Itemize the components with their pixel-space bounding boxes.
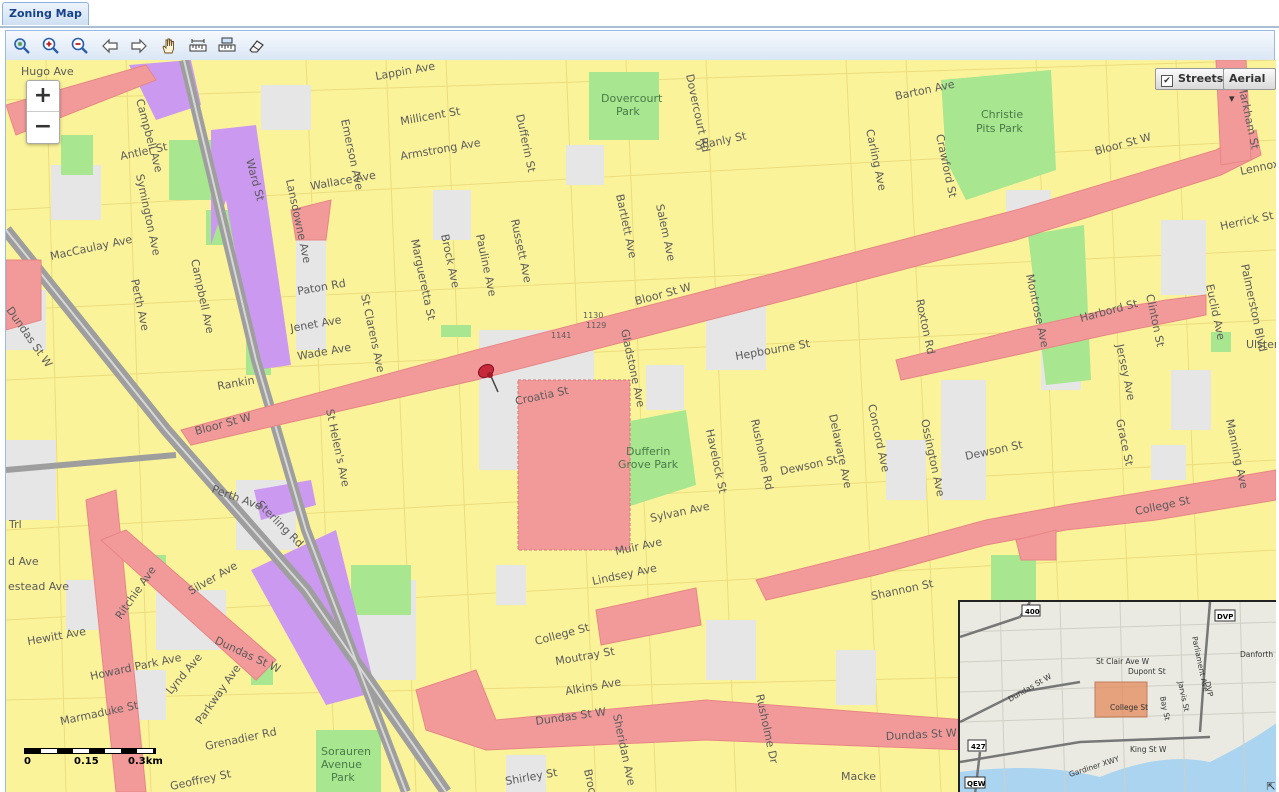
svg-text:Trl: Trl	[8, 518, 22, 531]
measure-area-icon[interactable]	[217, 36, 237, 56]
measure-distance-icon[interactable]	[188, 36, 208, 56]
svg-text:estead Ave: estead Ave	[8, 580, 69, 593]
zoning-map-canvas[interactable]: Hugo Ave Campbell Ave Lappin Ave Millice…	[5, 60, 1276, 792]
tab-bar: Zoning Map	[0, 0, 1279, 28]
svg-text:Dovercourt: Dovercourt	[601, 92, 663, 105]
svg-text:Hugo Ave: Hugo Ave	[21, 65, 74, 78]
scale-bar-graphic	[24, 748, 156, 754]
back-arrow-icon[interactable]	[100, 36, 120, 56]
pan-hand-icon[interactable]	[159, 36, 179, 56]
overview-map[interactable]: St Clair Ave W Dupont St Dundas St W Col…	[958, 600, 1276, 792]
svg-text:d Ave: d Ave	[8, 555, 39, 568]
svg-text:DVP: DVP	[1217, 613, 1233, 621]
svg-text:QEW: QEW	[967, 780, 986, 788]
svg-text:Danforth: Danforth	[1240, 650, 1273, 659]
scale-label-mid: 0.15	[74, 756, 99, 767]
svg-text:Sorauren: Sorauren	[321, 745, 371, 758]
svg-text:Dupont St: Dupont St	[1128, 667, 1166, 676]
tab-zoning-map[interactable]: Zoning Map	[2, 2, 89, 25]
svg-text:Park: Park	[616, 105, 640, 118]
zoom-in-button[interactable]: +	[27, 81, 59, 111]
svg-text:400: 400	[1025, 608, 1040, 616]
svg-text:427: 427	[971, 743, 986, 751]
overview-map-graphic: St Clair Ave W Dupont St Dundas St W Col…	[960, 602, 1276, 792]
dropdown-arrow-icon: ▾	[1229, 92, 1235, 105]
svg-text:1141: 1141	[551, 331, 571, 340]
svg-text:St Clair Ave W: St Clair Ave W	[1096, 657, 1150, 666]
scale-label-end: 0.3km	[128, 756, 163, 767]
aerial-dropdown[interactable]: Aerial ▾	[1223, 68, 1276, 105]
scale-bar: 0 0.15 0.3km	[24, 746, 164, 768]
zoom-control: + −	[26, 80, 60, 144]
svg-text:Christie: Christie	[981, 108, 1023, 121]
streets-label: Streets	[1178, 72, 1224, 85]
svg-text:Pits Park: Pits Park	[976, 122, 1023, 135]
svg-text:1130: 1130	[583, 311, 603, 320]
zoom-out-button[interactable]: −	[27, 111, 59, 142]
zoom-out-icon[interactable]	[70, 36, 90, 56]
svg-text:Avenue: Avenue	[321, 758, 362, 771]
scale-label-0: 0	[24, 756, 31, 767]
svg-text:Grove Park: Grove Park	[618, 458, 679, 471]
svg-text:King St W: King St W	[1130, 745, 1167, 754]
svg-text:Ulster: Ulster	[1246, 338, 1276, 351]
location-pin-icon[interactable]	[476, 362, 504, 394]
eraser-icon[interactable]	[246, 36, 266, 56]
svg-text:College St: College St	[1110, 703, 1148, 712]
streets-toggle[interactable]: ✔ Streets	[1155, 68, 1230, 90]
svg-text:Park: Park	[331, 771, 355, 784]
checkbox-checked-icon[interactable]: ✔	[1161, 75, 1173, 87]
zoom-full-extent-icon[interactable]	[12, 36, 32, 56]
aerial-label: Aerial	[1229, 72, 1266, 85]
svg-text:Dufferin: Dufferin	[626, 445, 670, 458]
svg-text:Macke: Macke	[841, 770, 876, 783]
zoom-in-icon[interactable]	[41, 36, 61, 56]
forward-arrow-icon[interactable]	[129, 36, 149, 56]
map-toolbar	[5, 30, 1275, 61]
svg-text:1129: 1129	[586, 321, 606, 330]
overview-collapse-icon[interactable]: ⇱	[1265, 781, 1276, 792]
